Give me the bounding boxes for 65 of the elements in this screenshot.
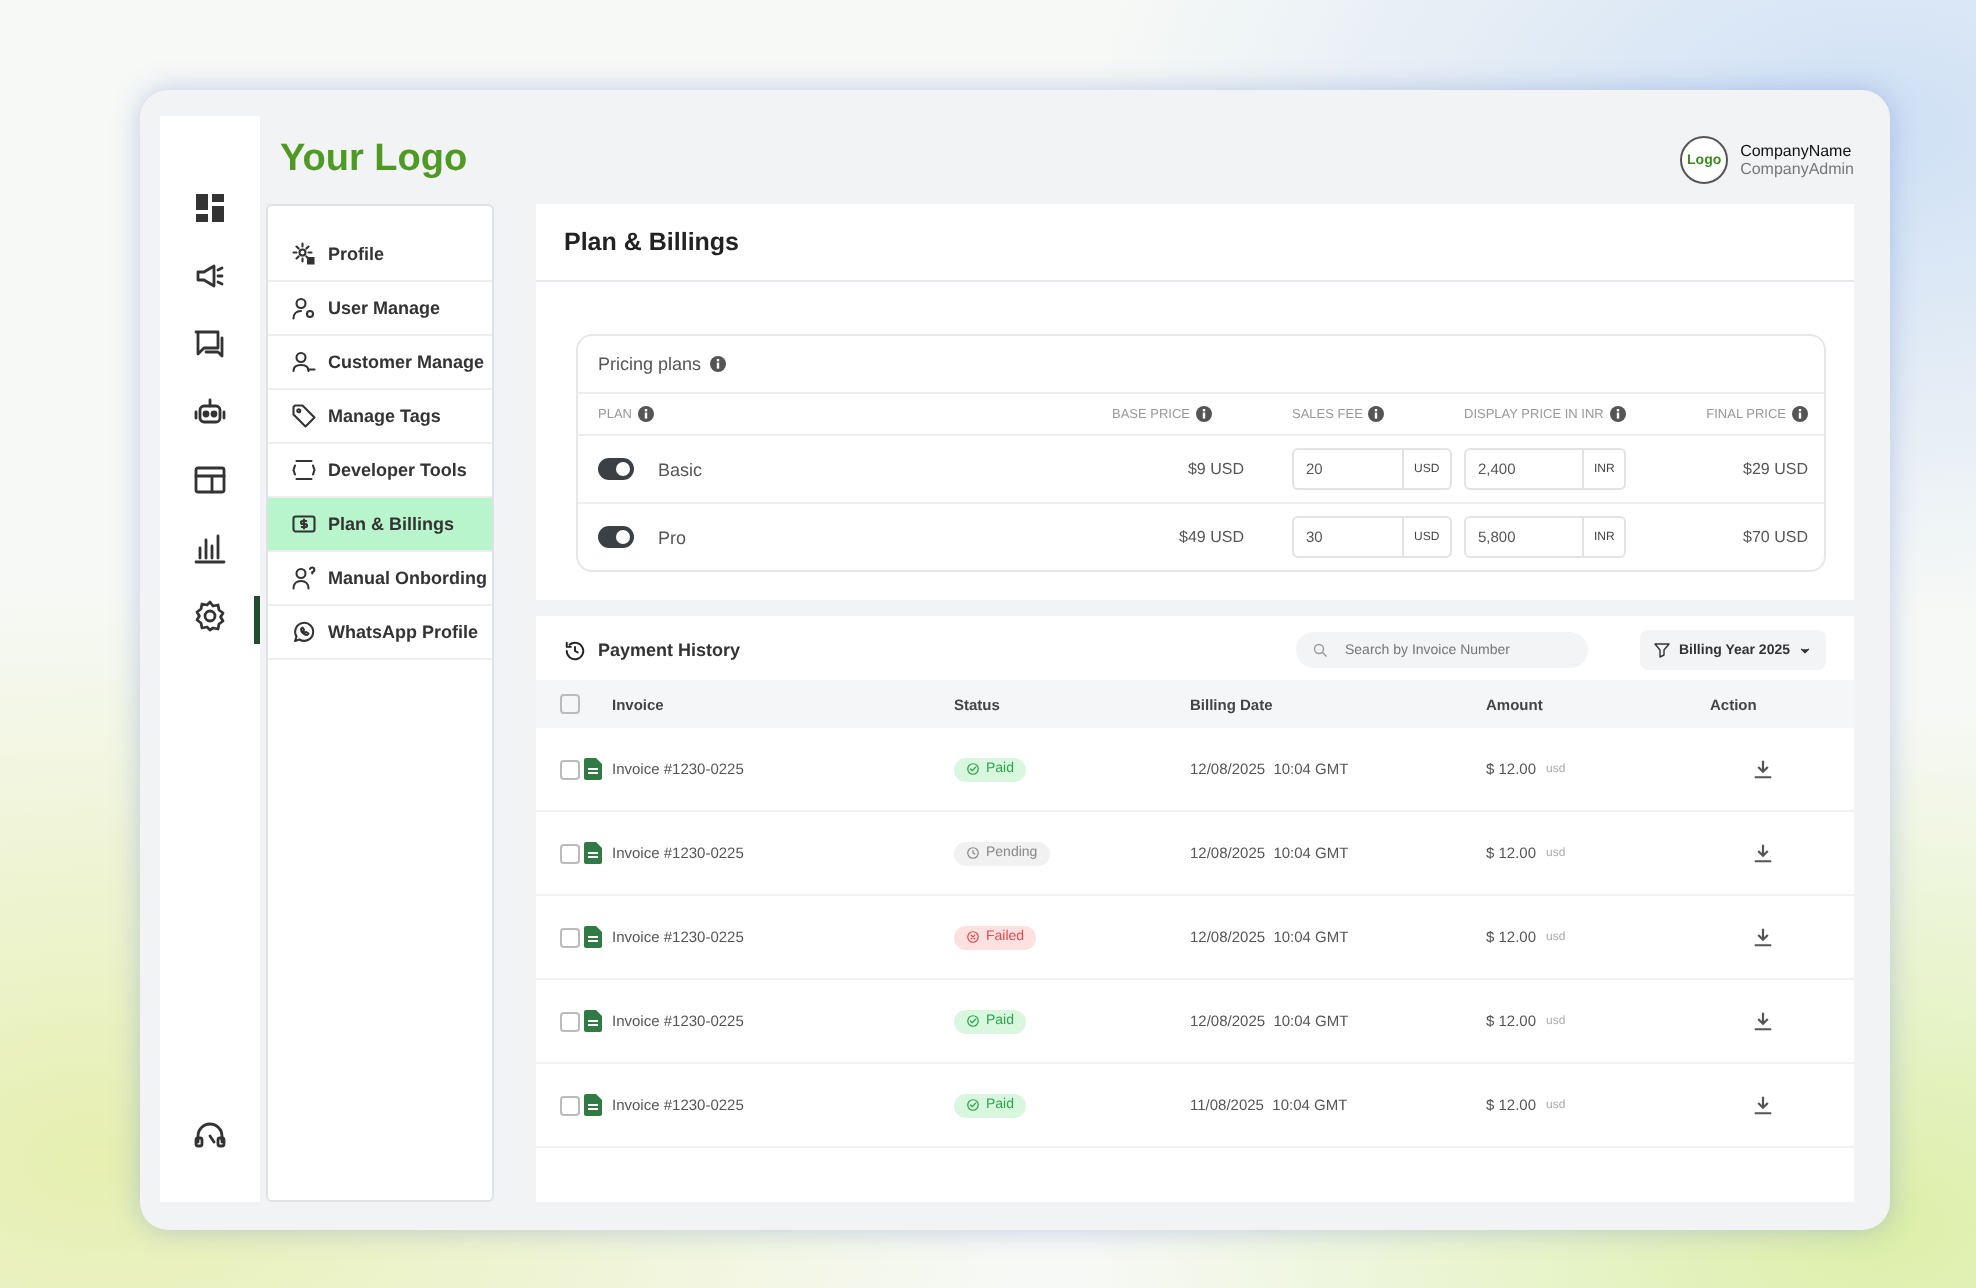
search-icon	[1312, 642, 1329, 658]
download-icon[interactable]	[1751, 1010, 1773, 1032]
row-checkbox[interactable]	[560, 1095, 580, 1115]
info-icon	[1368, 406, 1385, 422]
document-icon	[584, 926, 602, 948]
download-icon[interactable]	[1751, 842, 1773, 864]
download-icon[interactable]	[1751, 926, 1773, 948]
download-icon[interactable]	[1751, 758, 1773, 780]
tag-icon	[292, 404, 316, 428]
menu-item[interactable]: WhatsApp Profile	[268, 606, 492, 660]
check-circle-icon	[966, 1098, 980, 1112]
company-role: CompanyAdmin	[1740, 160, 1854, 178]
caret-icon	[1798, 643, 1812, 657]
headset-icon	[194, 1120, 226, 1152]
base-price: $9 USD	[1187, 460, 1244, 478]
row-checkbox[interactable]	[560, 843, 580, 863]
filter-icon	[1654, 642, 1671, 658]
toggle-switch[interactable]	[598, 458, 634, 480]
plan-name: Pro	[658, 527, 687, 547]
row-checkbox[interactable]	[560, 759, 580, 779]
megaphone-icon	[194, 260, 226, 292]
menu-item[interactable]: Manage Tags	[268, 390, 492, 444]
plan-name: Basic	[658, 459, 703, 479]
menu-item[interactable]: User Manage	[268, 282, 492, 336]
company-name: CompanyName	[1740, 142, 1854, 160]
document-icon	[584, 758, 602, 780]
user-icon	[292, 296, 316, 320]
layout-icon	[194, 464, 226, 496]
logo-text: Your Logo	[280, 138, 468, 182]
final-price: $29 USD	[1743, 460, 1808, 478]
info-icon	[637, 406, 654, 422]
x-circle-icon	[966, 930, 980, 944]
check-circle-icon	[966, 1014, 980, 1028]
select-all-checkbox[interactable]	[560, 694, 580, 714]
base-price: $49 USD	[1179, 528, 1244, 546]
menu-item[interactable]: Customer Manage	[268, 336, 492, 390]
dollar-icon	[292, 512, 316, 536]
history-icon	[564, 639, 586, 661]
menu-item[interactable]: Profile	[268, 228, 492, 282]
toggle-switch[interactable]	[598, 526, 634, 548]
menu-item[interactable]: Manual Onbording	[268, 552, 492, 606]
whatsapp-icon	[292, 620, 316, 644]
card-title: Pricing plans	[598, 354, 702, 374]
info-icon	[1196, 406, 1213, 422]
clock-icon	[966, 846, 980, 860]
final-price: $70 USD	[1743, 528, 1808, 546]
bar-chart-icon	[194, 532, 226, 564]
download-icon[interactable]	[1751, 1094, 1773, 1116]
menu-item[interactable]: Plan & Billings	[268, 498, 492, 552]
page-title: Plan & Billings	[536, 204, 1854, 282]
info-icon	[1609, 406, 1626, 422]
chat-icon	[194, 328, 226, 360]
user-question-icon	[292, 566, 316, 590]
document-icon	[584, 842, 602, 864]
document-icon	[584, 1094, 602, 1116]
document-icon	[584, 1010, 602, 1032]
settings-icon	[194, 600, 226, 632]
section-title: Payment History	[598, 640, 741, 660]
dashboard-icon	[194, 192, 226, 224]
row-checkbox[interactable]	[560, 1011, 580, 1031]
info-icon	[1792, 406, 1808, 422]
info-icon	[709, 356, 726, 372]
robot-icon	[194, 396, 226, 428]
check-circle-icon	[966, 762, 980, 776]
row-checkbox[interactable]	[560, 927, 580, 947]
